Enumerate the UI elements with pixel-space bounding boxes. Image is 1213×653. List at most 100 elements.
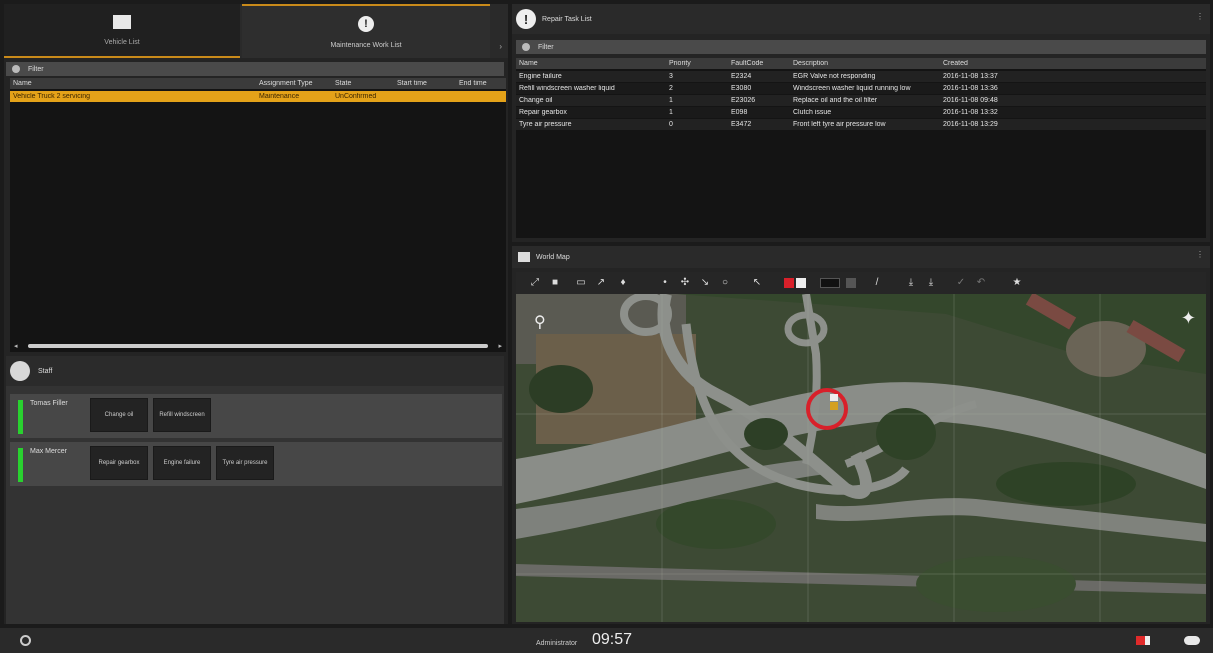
work-list-grid: Name Assignment Type State Start time En…	[10, 78, 506, 352]
fullscreen-icon[interactable]: ⤢	[530, 278, 540, 288]
tab-label: Vehicle List	[104, 38, 140, 46]
column-header[interactable]: State	[332, 80, 394, 87]
panel-title: World Map	[536, 253, 570, 261]
tab-vehicle-list[interactable]: Vehicle List	[4, 4, 240, 58]
column-header[interactable]: Priority	[666, 60, 728, 67]
tab-bar: Vehicle List ! Maintenance Work List ›	[4, 4, 508, 58]
pencil-icon[interactable]: /	[872, 278, 882, 288]
column-header[interactable]: Description	[790, 60, 940, 67]
layer-white-icon[interactable]	[796, 278, 806, 288]
task-button[interactable]: Engine failure	[153, 446, 211, 480]
panel-menu-icon[interactable]: ⋮	[1196, 250, 1204, 259]
cell: Clutch issue	[793, 109, 832, 116]
table-row[interactable]: Engine failure 3 E2324 EGR Valve not respon…	[516, 71, 1206, 82]
table-row[interactable]: Vehicle Truck 2 servicing Maintenance Un…	[10, 91, 506, 102]
staff-icon	[10, 361, 30, 381]
work-list-header: Name Assignment Type State Start time En…	[10, 78, 506, 89]
table-row[interactable]: Change oil 1 E23026 Replace oil and the oil…	[516, 95, 1206, 106]
world-map-panel: World Map ⋮ ⤢ ■ ▭ ↗ ♦ • ✣ ↘ ○ ↖ / ⤓ ⤓ ✓ …	[512, 246, 1210, 624]
satellite-map[interactable]: ⚲ ✦	[516, 294, 1206, 622]
panel-menu-icon[interactable]: ⋮	[1196, 12, 1204, 21]
vehicle-marker[interactable]	[804, 386, 850, 432]
repair-task-filter[interactable]: Filter	[516, 40, 1206, 54]
pin-icon[interactable]: ♦	[618, 278, 628, 288]
import-icon[interactable]: ⤓	[926, 278, 936, 288]
clock: 09:57	[592, 631, 633, 648]
task-button[interactable]: Refill windscreen	[153, 398, 211, 432]
status-indicator	[18, 448, 23, 482]
cell: E3080	[731, 85, 752, 92]
screen-icon[interactable]: ▭	[576, 278, 586, 288]
column-header[interactable]: End time	[456, 80, 506, 87]
color-picker-icon[interactable]	[820, 278, 840, 288]
circle-icon[interactable]: ○	[720, 278, 730, 288]
star-icon[interactable]: ★	[1012, 278, 1022, 288]
compass-icon[interactable]: ✦	[1181, 308, 1196, 329]
table-row[interactable]: Tyre air pressure 0 E3472 Front left tyre a…	[516, 119, 1206, 130]
palette-icon[interactable]	[846, 278, 856, 288]
task-button[interactable]: Change oil	[90, 398, 148, 432]
scroll-right-icon[interactable]: ▸	[498, 342, 502, 350]
filter-icon	[522, 43, 530, 51]
table-row[interactable]: Repair gearbox 1 E098 Clutch issue 2016-11-0…	[516, 107, 1206, 118]
cell: Windscreen washer liquid running low	[793, 85, 911, 92]
pan-icon[interactable]: ✣	[680, 278, 690, 288]
cell: 2016-11-08 13:29	[943, 121, 998, 128]
pointer-icon[interactable]: •	[660, 278, 670, 288]
cell: 2016-11-08 13:37	[943, 73, 998, 80]
cell: 3	[669, 73, 673, 80]
layer-red-icon[interactable]	[784, 278, 794, 288]
tab-overflow-icon[interactable]: ›	[499, 42, 502, 51]
cell: 0	[669, 121, 673, 128]
horizontal-scrollbar[interactable]	[28, 344, 488, 348]
column-header[interactable]: FaultCode	[728, 60, 790, 67]
undo-icon[interactable]: ↶	[976, 278, 986, 288]
camera-icon[interactable]: ■	[550, 278, 560, 288]
truck-icon	[113, 14, 131, 29]
staff-row: Max Mercer Repair gearbox Engine failure…	[10, 442, 502, 486]
panel-title: Repair Task List	[542, 15, 592, 23]
table-row[interactable]: Refill windscreen washer liquid 2 E3080 Win…	[516, 83, 1206, 94]
power-icon[interactable]	[20, 635, 31, 646]
check-icon[interactable]: ✓	[956, 278, 966, 288]
staff-panel: Staff Tomas Filler Change oil Refill win…	[6, 356, 504, 624]
staff-name: Tomas Filler	[30, 400, 68, 407]
cloud-icon[interactable]	[1184, 636, 1200, 645]
map-toolbar: ⤢ ■ ▭ ↗ ♦ • ✣ ↘ ○ ↖ / ⤓ ⤓ ✓ ↶ ★	[516, 272, 1206, 294]
repair-task-grid: Name Priority FaultCode Description Crea…	[516, 58, 1206, 238]
world-map-header: World Map	[512, 246, 1210, 268]
cell: E3472	[731, 121, 752, 128]
task-button[interactable]: Repair gearbox	[90, 446, 148, 480]
scroll-left-icon[interactable]: ◂	[14, 342, 18, 350]
cell: 2	[669, 85, 673, 92]
cell: E098	[731, 109, 748, 116]
cell-name: Vehicle Truck 2 servicing	[13, 93, 91, 100]
search-icon[interactable]: ⚲	[534, 312, 546, 332]
map-imagery	[516, 294, 1206, 622]
staff-name: Max Mercer	[30, 448, 67, 455]
flag-icon[interactable]	[1136, 636, 1150, 645]
tab-maintenance-work-list[interactable]: ! Maintenance Work List	[242, 4, 490, 58]
column-header[interactable]: Start time	[394, 80, 456, 87]
column-header[interactable]: Created	[940, 60, 1206, 67]
measure-icon[interactable]: ↘	[700, 278, 710, 288]
cell: 2016-11-08 13:32	[943, 109, 998, 116]
task-button[interactable]: Tyre air pressure	[216, 446, 274, 480]
cell: Replace oil and the oil filter	[793, 97, 878, 104]
download-icon[interactable]: ⤓	[906, 278, 916, 288]
cell-state: UnConfirmed	[335, 93, 377, 100]
map-icon	[518, 252, 530, 262]
cell-assignment-type: Maintenance	[259, 93, 300, 100]
column-header[interactable]: Assignment Type	[256, 80, 332, 87]
cell: 1	[669, 109, 673, 116]
column-header[interactable]: Name	[516, 60, 666, 67]
expand-icon[interactable]: ↗	[596, 278, 606, 288]
repair-task-header-row: Name Priority FaultCode Description Crea…	[516, 58, 1206, 69]
column-header[interactable]: Name	[10, 80, 256, 87]
work-list-filter[interactable]: Filter	[6, 62, 504, 76]
status-bar: Administrator 09:57	[0, 628, 1213, 653]
cell: Refill windscreen washer liquid	[519, 85, 615, 92]
wrench-icon[interactable]: ↖	[752, 278, 762, 288]
filter-label: Filter	[538, 43, 554, 51]
staff-row: Tomas Filler Change oil Refill windscree…	[10, 394, 502, 438]
